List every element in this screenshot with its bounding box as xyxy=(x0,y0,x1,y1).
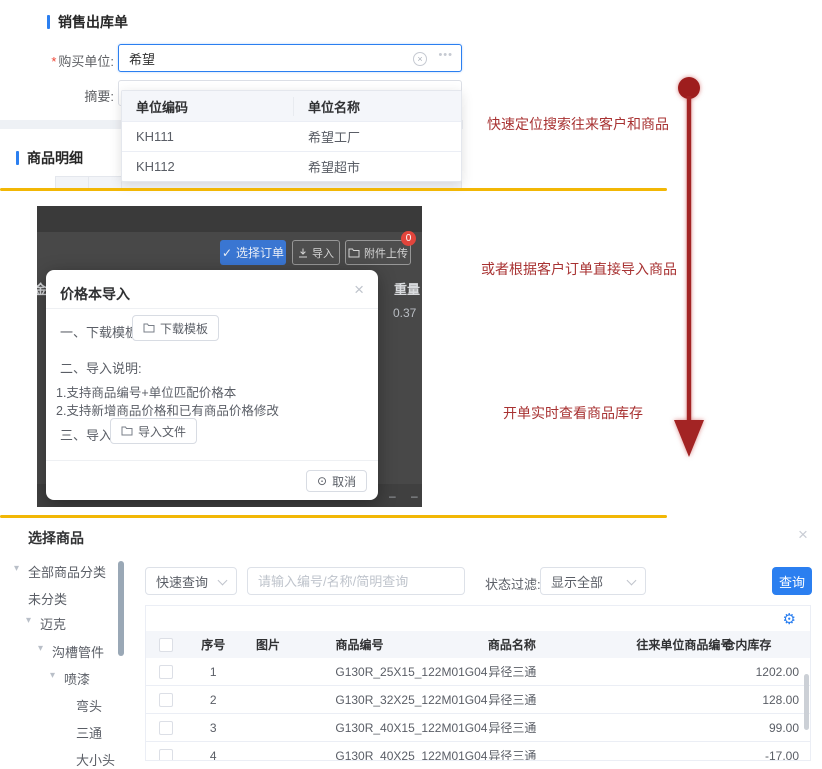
modal-footer-divider xyxy=(46,460,378,461)
annotation-note-1: 快速定位搜索往来客户和商品 xyxy=(487,114,669,134)
folder-icon xyxy=(143,323,155,333)
modal-close-icon[interactable]: × xyxy=(354,280,364,300)
select-order-button[interactable]: ✓ 选择订单 xyxy=(220,240,286,265)
folder-icon xyxy=(121,426,133,436)
detail-section-title: 商品明细 xyxy=(16,148,83,168)
yellow-divider-2 xyxy=(0,515,667,518)
dialog-title: 选择商品 xyxy=(28,528,84,548)
import-file-button[interactable]: 导入文件 xyxy=(110,418,197,444)
import-note-1: 1.支持商品编号+单位匹配价格本 xyxy=(56,382,236,401)
step1-label: 一、下载模板: xyxy=(60,322,142,341)
tree-node-grooved-fittings[interactable]: 沟槽管件 xyxy=(52,642,104,661)
query-button[interactable]: 查询 xyxy=(772,567,812,595)
weight-column-header: 重量 xyxy=(394,279,420,298)
tree-scrollbar[interactable] xyxy=(118,561,124,656)
row-checkbox[interactable] xyxy=(159,721,173,735)
required-mark: * xyxy=(51,54,56,69)
modal-divider xyxy=(46,308,378,309)
annotation-note-2: 或者根据客户订单直接导入商品 xyxy=(481,259,677,279)
tree-node-tee[interactable]: 三通 xyxy=(76,723,102,742)
table-row[interactable]: 2 G130R_32X25_122M01G04 异径三通 128.00 xyxy=(146,686,810,714)
gear-icon[interactable]: ⚙ xyxy=(783,610,796,628)
title-accent-bar xyxy=(47,15,50,29)
tree-node-all-categories[interactable]: 全部商品分类 xyxy=(28,562,106,581)
row-checkbox[interactable] xyxy=(159,749,173,762)
screenshot-top-strip xyxy=(37,206,422,232)
buyer-label: *购买单位: xyxy=(38,51,114,70)
tree-node-maike[interactable]: 迈克 xyxy=(40,614,66,633)
dropdown-option[interactable]: KH112 希望超市 xyxy=(122,151,461,181)
footer-value: – xyxy=(389,489,396,503)
page-title: 销售出库单 xyxy=(47,12,128,32)
annotation-note-3: 开单实时查看商品库存 xyxy=(503,403,643,423)
folder-icon xyxy=(348,248,360,258)
modal-title: 价格本导入 xyxy=(60,284,130,304)
yellow-divider-1 xyxy=(0,188,667,191)
row-checkbox[interactable] xyxy=(159,665,173,679)
attachment-upload-button[interactable]: 附件上传 xyxy=(345,240,411,265)
upload-count-badge: 0 xyxy=(401,231,416,246)
quick-query-select[interactable]: 快速查询 xyxy=(145,567,237,595)
tree-node-painted[interactable]: 喷漆 xyxy=(64,669,90,688)
footer-value: – xyxy=(411,489,418,503)
buyer-autocomplete-dropdown: 单位编码 单位名称 KH111 希望工厂 KH112 希望超市 xyxy=(121,90,462,182)
import-button[interactable]: 导入 xyxy=(292,240,340,265)
step2-label: 二、导入说明: xyxy=(60,358,142,377)
download-icon xyxy=(298,248,308,258)
dropdown-option[interactable]: KH111 希望工厂 xyxy=(122,121,461,151)
dropdown-header-row: 单位编码 单位名称 xyxy=(122,91,461,121)
price-import-modal: 价格本导入 × 一、下载模板: 下载模板 二、导入说明: 1.支持商品编号+单位… xyxy=(46,270,378,500)
col-unit-name: 单位名称 xyxy=(293,97,461,116)
caret-down-icon[interactable]: ▾ xyxy=(38,643,43,654)
tree-node-elbow[interactable]: 弯头 xyxy=(76,696,102,715)
download-template-button[interactable]: 下载模板 xyxy=(132,315,219,341)
table-header-row: 序号 图片 商品编号 商品名称 往来单位商品编号 仓内库存 xyxy=(146,631,810,658)
title-accent-bar xyxy=(16,151,19,165)
clear-icon[interactable]: × xyxy=(413,52,427,66)
check-icon: ✓ xyxy=(222,246,232,260)
status-filter-label: 状态过滤: xyxy=(485,574,541,593)
product-picker-dialog: 选择商品 × ▾ 全部商品分类 未分类 ▾ 迈克 ▾ 沟槽管件 ▾ 喷漆 弯头 … xyxy=(0,517,822,761)
summary-label: 摘要: xyxy=(38,86,114,105)
table-scrollbar[interactable] xyxy=(804,674,809,730)
caret-down-icon[interactable]: ▾ xyxy=(14,563,19,574)
tree-node-uncategorized[interactable]: 未分类 xyxy=(28,589,67,608)
cancel-button[interactable]: ⊙ 取消 xyxy=(306,470,367,492)
more-options-icon[interactable]: ••• xyxy=(438,49,453,61)
red-arrow xyxy=(660,70,718,465)
caret-down-icon[interactable]: ▾ xyxy=(50,670,55,681)
embedded-screenshot: ✓ 选择订单 导入 附件上传 0 金 重量 0.37 0.00 – 12.11 … xyxy=(37,206,422,507)
row-checkbox[interactable] xyxy=(159,693,173,707)
step3-label: 三、导入: xyxy=(60,425,116,444)
detail-section-title-text: 商品明细 xyxy=(27,148,83,168)
buyer-input-wrap: × ••• xyxy=(118,44,462,72)
buyer-input[interactable] xyxy=(119,45,461,71)
product-table-panel: ⚙ 序号 图片 商品编号 商品名称 往来单位商品编号 仓内库存 1 G130R_… xyxy=(145,605,811,761)
col-unit-code: 单位编码 xyxy=(122,97,293,116)
status-filter-select[interactable]: 显示全部 xyxy=(540,567,646,595)
product-search-input[interactable] xyxy=(248,568,464,594)
tree-node-reducer[interactable]: 大小头 xyxy=(76,750,115,769)
table-row[interactable]: 1 G130R_25X15_122M01G04 异径三通 1202.00 xyxy=(146,658,810,686)
chevron-down-icon xyxy=(218,576,228,586)
cancel-icon: ⊙ xyxy=(317,474,327,488)
import-note-2: 2.支持新增商品价格和已有商品价格修改 xyxy=(56,400,279,419)
chevron-down-icon xyxy=(627,576,637,586)
search-input-wrap xyxy=(247,567,465,595)
page-title-text: 销售出库单 xyxy=(58,12,128,32)
table-row[interactable]: 3 G130R_40X15_122M01G04 异径三通 99.00 xyxy=(146,714,810,742)
table-row[interactable]: 4 G130R_40X25_122M01G04 异径三通 -17.00 xyxy=(146,742,810,761)
weight-value: 0.37 xyxy=(393,306,416,320)
dialog-close-icon[interactable]: × xyxy=(798,525,808,545)
caret-down-icon[interactable]: ▾ xyxy=(26,615,31,626)
select-all-checkbox[interactable] xyxy=(159,638,173,652)
